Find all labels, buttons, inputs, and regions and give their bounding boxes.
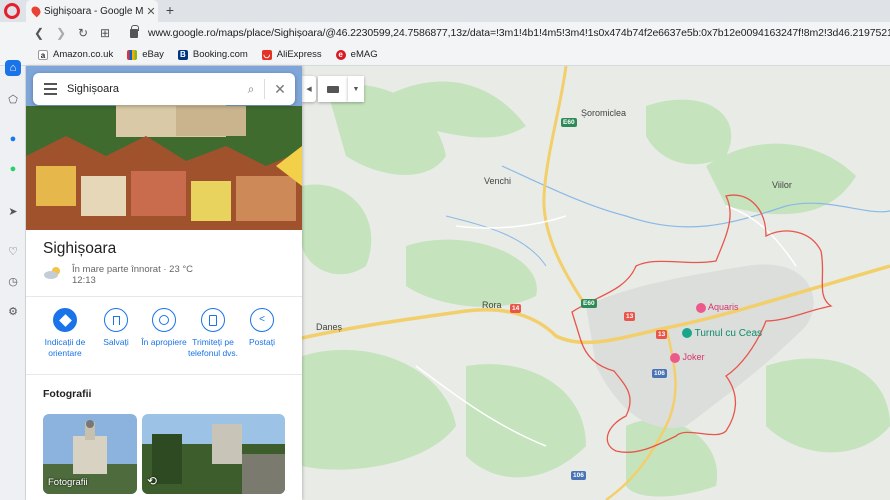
poi-pin-icon	[682, 328, 692, 339]
chevron-down-icon: ▼	[352, 85, 360, 93]
opera-logo-icon[interactable]	[4, 3, 20, 19]
nearby-icon	[152, 308, 176, 332]
map-label-rora[interactable]: Rora	[482, 300, 502, 310]
directions-icon	[53, 308, 77, 332]
tab-close-icon[interactable]: ✕	[144, 5, 158, 18]
poi-label: Joker	[682, 352, 705, 362]
photos-section-title: Fotografii	[43, 388, 92, 400]
reload-button[interactable]: ↻	[72, 26, 94, 40]
share-icon: <	[250, 308, 274, 332]
weather-description: În mare parte înnorat · 23 °C	[72, 264, 194, 275]
bookmarks-bar: a Amazon.co.uk eBay B Booking.com ◡ AliE…	[0, 44, 890, 66]
back-button[interactable]: ❮	[28, 26, 50, 40]
bookmark-booking[interactable]: B Booking.com	[177, 49, 248, 60]
action-label: Trimiteți pe telefonul dvs.	[187, 337, 239, 358]
poi-label: Turnul cu Ceas	[694, 328, 763, 339]
route-shield-106: 106	[571, 471, 586, 480]
place-title: Sighișoara	[43, 240, 117, 257]
street-view-icon: ⟲	[147, 474, 158, 488]
search-input[interactable]: Sighișoara	[67, 83, 238, 95]
divider	[26, 296, 302, 297]
directions-button[interactable]: Indicații de orientare	[37, 308, 93, 359]
speed-dial-grid-icon[interactable]: ⊞	[94, 26, 116, 40]
local-time: 12:13	[72, 275, 96, 286]
forward-button[interactable]: ❯	[50, 26, 72, 40]
home-icon[interactable]: ⌂	[5, 60, 21, 76]
map-label-soromiclea[interactable]: Șoromiclea	[581, 108, 626, 118]
opera-sidebar: ⌂ ⬠ ● ● ➤ ♡ ◷ ⚙	[0, 60, 26, 500]
amazon-icon: a	[38, 49, 48, 60]
aliexpress-icon: ◡	[261, 49, 272, 60]
weather-info: În mare parte înnorat · 23 °C 12:13	[72, 264, 193, 286]
poi-pin-icon	[696, 302, 706, 313]
partly-cloudy-icon	[44, 267, 60, 279]
action-label: Postați	[249, 337, 275, 347]
whatsapp-icon[interactable]: ●	[6, 162, 20, 176]
booking-icon: B	[177, 49, 188, 60]
bookmark-label: Amazon.co.uk	[53, 49, 114, 60]
action-label: Indicații de orientare	[44, 337, 86, 358]
menu-icon[interactable]	[33, 83, 67, 95]
send-icon[interactable]: ➤	[6, 204, 20, 218]
route-shield-14: 14	[510, 304, 522, 313]
address-bar: ❮ ❯ ↻ ⊞ www.google.ro/maps/place/Sighișo…	[0, 22, 890, 44]
map-label-viilor[interactable]: Viilor	[772, 180, 792, 190]
emag-icon: e	[335, 49, 346, 60]
divider	[26, 374, 302, 375]
bookmark-aliexpress[interactable]: ◡ AliExpress	[261, 49, 322, 60]
heart-icon[interactable]: ♡	[6, 244, 20, 258]
bookmark-icon	[104, 308, 128, 332]
ebay-icon	[127, 49, 138, 60]
settings-gear-icon[interactable]: ⚙	[6, 304, 20, 318]
route-shield-e60: E60	[561, 118, 577, 127]
url-field[interactable]: www.google.ro/maps/place/Sighișoara/@46.…	[148, 27, 890, 39]
nearby-button[interactable]: În apropiere	[136, 308, 192, 348]
browser-tab[interactable]: Sighișoara - Google Maps ✕	[26, 0, 158, 22]
bookmark-label: eBay	[142, 49, 164, 60]
send-to-phone-button[interactable]: Trimiteți pe telefonul dvs.	[185, 308, 241, 359]
lock-icon[interactable]	[130, 24, 139, 38]
bookmark-label: eMAG	[350, 49, 378, 60]
messenger-icon[interactable]: ●	[6, 132, 20, 146]
action-label: În apropiere	[141, 337, 187, 347]
place-panel: Sighișoara ⌕ ✕ Sighișoara În mare parte …	[26, 66, 302, 500]
bookmark-emag[interactable]: e eMAG	[335, 49, 378, 60]
poi-pin-icon	[670, 352, 680, 363]
search-icon[interactable]: ⌕	[238, 82, 264, 97]
tab-bar: Sighișoara - Google Maps ✕ +	[0, 0, 890, 22]
route-shield-13: 13	[624, 312, 636, 321]
keyboard-input-button[interactable]	[318, 76, 348, 102]
input-tools-dropdown[interactable]: ▼	[348, 76, 364, 102]
poi-aquaris[interactable]: Aquaris	[696, 302, 739, 313]
map-label-venchi[interactable]: Venchi	[484, 176, 511, 186]
bookmark-label: AliExpress	[276, 49, 322, 60]
photo-thumbnail[interactable]: ⟲	[142, 414, 285, 494]
history-icon[interactable]: ◷	[6, 274, 20, 288]
send-to-phone-icon	[201, 308, 225, 332]
maps-favicon-icon	[29, 4, 43, 18]
keyboard-icon	[327, 85, 339, 93]
bookmark-label: Booking.com	[192, 49, 248, 60]
photo-thumbnail[interactable]: Fotografii	[43, 414, 137, 494]
bookmark-amazon[interactable]: a Amazon.co.uk	[38, 49, 113, 60]
bookmark-ebay[interactable]: eBay	[127, 49, 164, 60]
share-button[interactable]: < Postați	[234, 308, 290, 348]
tab-title: Sighișoara - Google Maps	[44, 5, 144, 17]
map-label-danes[interactable]: Daneș	[316, 322, 342, 332]
collapse-panel-button[interactable]: ◀	[302, 76, 316, 102]
poi-label: Aquaris	[708, 302, 739, 312]
route-shield-106: 106	[652, 369, 667, 378]
pinboard-icon[interactable]: ⬠	[6, 92, 20, 106]
route-shield-e60: E60	[581, 299, 597, 308]
search-box[interactable]: Sighișoara ⌕ ✕	[33, 73, 295, 105]
poi-turnul-cu-ceas[interactable]: Turnul cu Ceas	[682, 328, 762, 339]
poi-joker[interactable]: Joker	[670, 352, 705, 363]
new-tab-button[interactable]: +	[162, 2, 178, 18]
photos-label: Fotografii	[48, 477, 88, 488]
street-view-photo-image	[142, 414, 285, 494]
close-icon[interactable]: ✕	[265, 81, 295, 98]
route-shield-13: 13	[656, 330, 668, 339]
